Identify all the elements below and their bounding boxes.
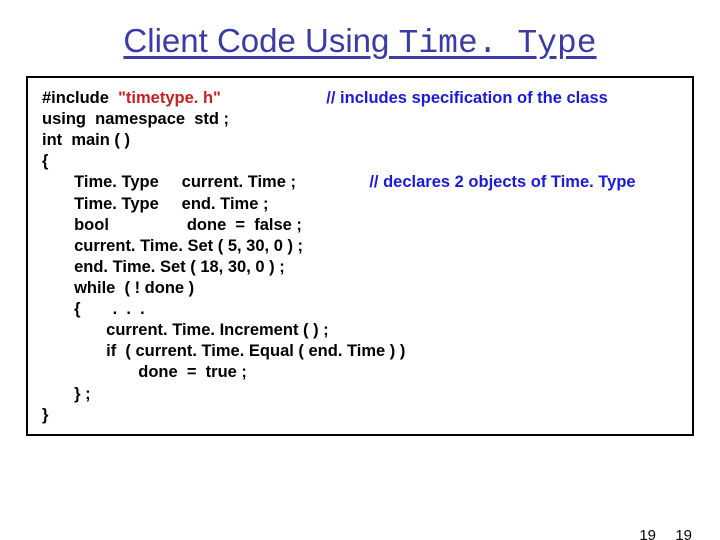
- code-line-2: using namespace std ;: [42, 109, 678, 130]
- code-line-14: done = true ;: [42, 362, 678, 383]
- title-code: Time. Type: [399, 25, 597, 62]
- slide-title: Client Code Using Time. Type: [0, 22, 720, 62]
- title-text: Client Code Using: [123, 22, 398, 59]
- page-number-outer: 19: [675, 527, 692, 540]
- code-line-9: end. Time. Set ( 18, 30, 0 ) ;: [42, 257, 678, 278]
- code-line-1: #include "timetype. h" // includes speci…: [42, 88, 678, 109]
- page-number-inner: 19: [639, 527, 656, 540]
- code-line-11: { . . .: [42, 299, 678, 320]
- code-line-10: while ( ! done ): [42, 278, 678, 299]
- code-line-3: int main ( ): [42, 130, 678, 151]
- code-box: #include "timetype. h" // includes speci…: [26, 76, 694, 436]
- code-line-16: }: [42, 405, 678, 426]
- code-line-8: current. Time. Set ( 5, 30, 0 ) ;: [42, 236, 678, 257]
- code-line-4: {: [42, 151, 678, 172]
- code-line-12: current. Time. Increment ( ) ;: [42, 320, 678, 341]
- code-line-5: Time. Type current. Time ; // declares 2…: [42, 172, 678, 193]
- code-line-7: bool done = false ;: [42, 215, 678, 236]
- code-line-15: } ;: [42, 384, 678, 405]
- code-line-6: Time. Type end. Time ;: [42, 194, 678, 215]
- code-line-13: if ( current. Time. Equal ( end. Time ) …: [42, 341, 678, 362]
- slide: Client Code Using Time. Type #include "t…: [0, 22, 720, 540]
